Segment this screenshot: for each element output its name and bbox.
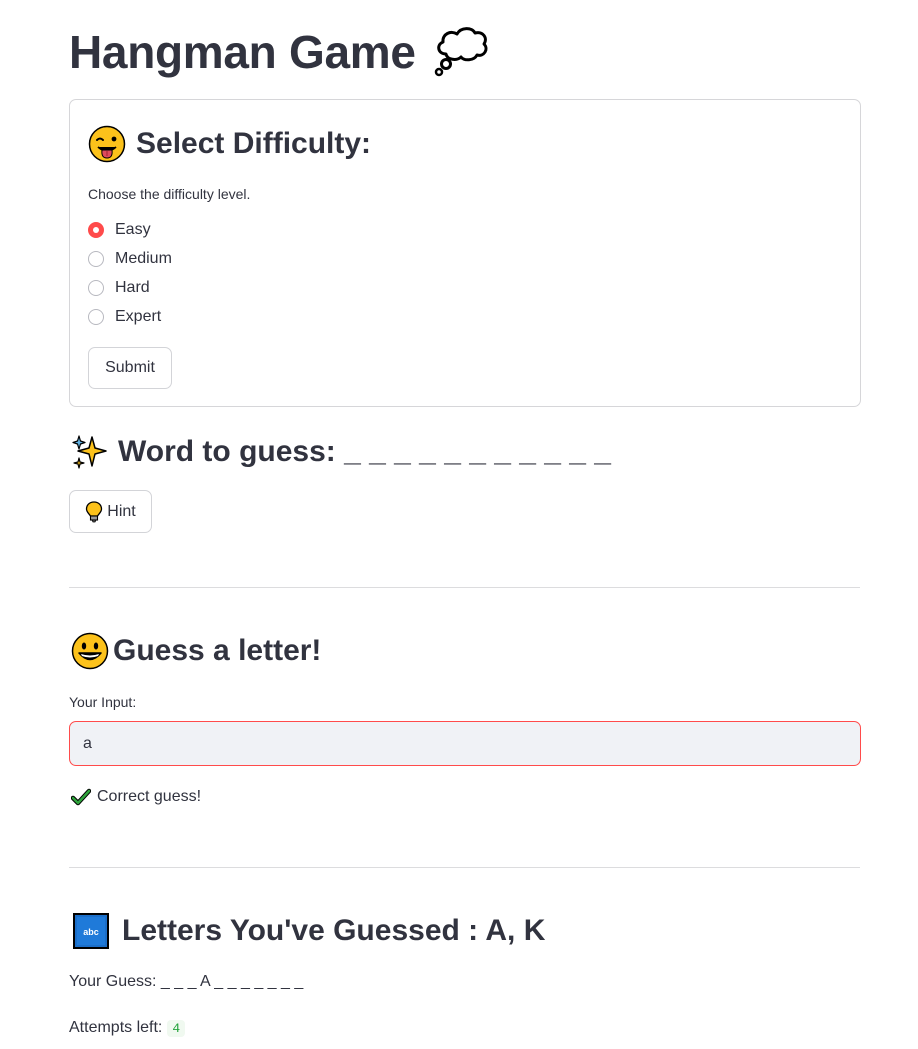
guess-heading-text: Guess a letter! — [113, 634, 322, 667]
light-bulb-icon — [85, 500, 103, 523]
your-guess-text: Your Guess: _ _ _ A _ _ _ _ _ _ _ — [69, 973, 304, 990]
letters-heading-text: Letters You've Guessed : A, K — [122, 914, 546, 947]
letter-input[interactable] — [69, 721, 861, 766]
divider — [69, 587, 860, 588]
status-message: Correct guess! — [70, 787, 202, 807]
check-mark-icon — [70, 787, 92, 807]
word-heading-text: Word to guess: _ _ _ _ _ _ _ _ _ _ _ — [118, 435, 611, 468]
radio-label: Easy — [115, 220, 151, 238]
radio-label: Expert — [115, 307, 162, 325]
radio-option-hard[interactable]: Hard — [88, 273, 172, 302]
difficulty-heading-text: Select Difficulty: — [136, 127, 372, 160]
guess-heading: Guess a letter! — [71, 631, 321, 671]
radio-button[interactable] — [88, 308, 104, 325]
radio-option-medium[interactable]: Medium — [88, 244, 172, 273]
difficulty-label: Choose the difficulty level. — [88, 186, 251, 202]
divider — [69, 867, 860, 868]
page-title-text: Hangman Game — [69, 26, 416, 78]
difficulty-form: Select Difficulty: Choose the difficulty… — [69, 99, 861, 407]
difficulty-heading: Select Difficulty: — [88, 124, 371, 164]
radio-option-expert[interactable]: Expert — [88, 302, 172, 331]
letters-heading: abc Letters You've Guessed : A, K — [72, 911, 545, 951]
winking-face-with-tongue-icon — [88, 125, 126, 163]
hint-button[interactable]: Hint — [69, 490, 152, 533]
radio-option-easy[interactable]: Easy — [88, 215, 172, 244]
attempts-left: Attempts left: 4 — [69, 1019, 186, 1037]
input-label: Your Input: — [69, 694, 137, 710]
svg-text:abc: abc — [83, 927, 99, 937]
thought-balloon-icon — [432, 24, 490, 80]
radio-button[interactable] — [88, 250, 104, 267]
page-title: Hangman Game — [69, 22, 490, 82]
word-heading: Word to guess: _ _ _ _ _ _ _ _ _ _ _ — [70, 432, 611, 472]
radio-label: Medium — [115, 249, 172, 267]
attempts-label: Attempts left: — [69, 1019, 163, 1036]
sparkles-icon — [70, 433, 108, 471]
attempts-count-badge: 4 — [167, 1019, 186, 1037]
grinning-face-icon — [71, 632, 109, 670]
radio-button[interactable] — [88, 279, 104, 296]
radio-button-selected[interactable] — [88, 221, 104, 238]
difficulty-radio-group: Easy Medium Hard Expert — [88, 215, 172, 331]
radio-label: Hard — [115, 278, 150, 296]
abc-icon: abc — [72, 912, 110, 950]
page: Hangman Game Select Difficulty: Choose t… — [0, 0, 918, 1049]
status-text: Correct guess! — [97, 788, 202, 805]
submit-button[interactable]: Submit — [88, 347, 172, 389]
hint-label: Hint — [107, 502, 136, 520]
